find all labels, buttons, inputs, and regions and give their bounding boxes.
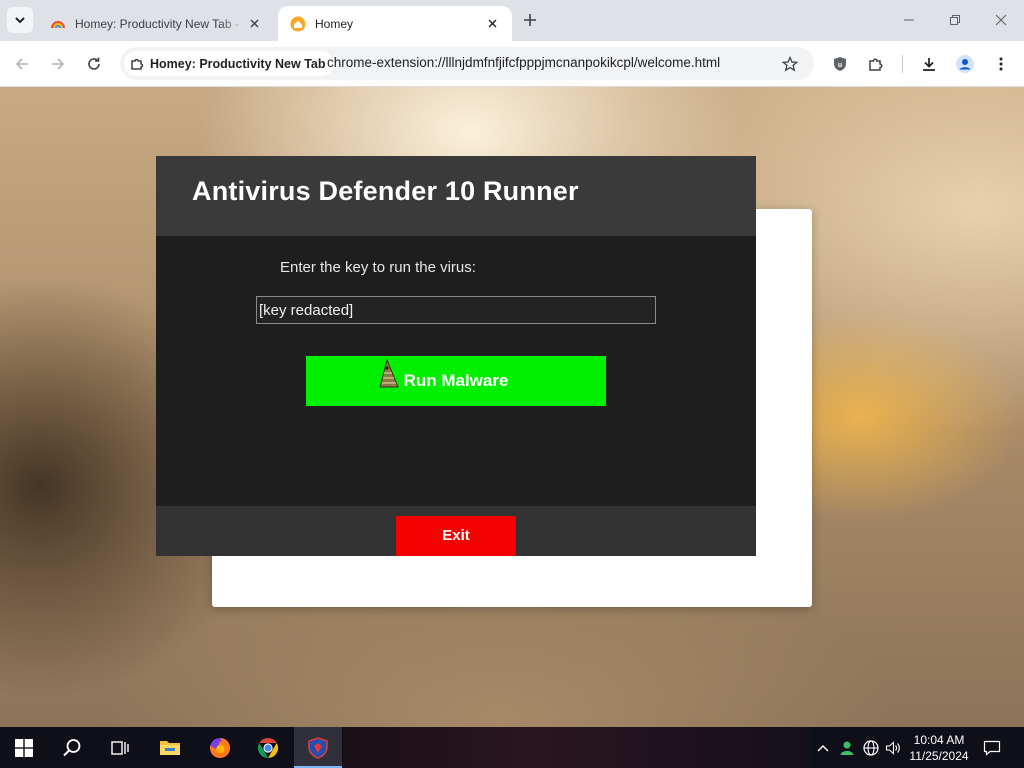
app-window: Antivirus Defender 10 Runner Enter the k… (156, 156, 756, 556)
notification-icon (983, 740, 1001, 756)
key-prompt-label: Enter the key to run the virus: (280, 259, 476, 276)
url-text[interactable]: chrome-extension://lllnjdmfnfjifcfpppjmc… (327, 55, 720, 70)
shield-app-icon (308, 736, 328, 759)
tab-close-button[interactable] (484, 16, 500, 32)
shield-app-button[interactable] (294, 727, 342, 768)
arrow-left-icon (15, 58, 28, 70)
firefox-icon (210, 737, 231, 758)
run-button-label: Run Malware (403, 371, 509, 390)
minimize-icon (904, 19, 914, 21)
taskbar-clock[interactable]: 10:04 AM 11/25/2024 (906, 732, 972, 764)
homey-house-icon (290, 16, 306, 31)
arrow-right-icon (52, 58, 65, 70)
browser-toolbar: Homey: Productivity New Tab chrome-exten… (0, 41, 1024, 87)
site-info-chip[interactable]: Homey: Productivity New Tab (124, 51, 334, 76)
profile-button[interactable] (953, 52, 977, 76)
more-vert-icon (999, 57, 1003, 71)
tab-search-button[interactable] (7, 7, 33, 33)
forward-button[interactable] (46, 52, 70, 76)
close-icon (488, 19, 496, 28)
new-tab-button[interactable] (520, 10, 540, 30)
chevron-up-icon (817, 744, 829, 751)
page-background: Antivirus Defender 10 Runner Enter the k… (0, 87, 1024, 727)
downloads-button[interactable] (917, 52, 941, 76)
chevron-down-icon (15, 17, 25, 24)
restore-icon (950, 15, 960, 25)
user-tray-button[interactable] (836, 727, 858, 768)
toolbar-separator (902, 55, 903, 73)
reload-button[interactable] (82, 52, 106, 76)
ublock-extension-button[interactable]: u (828, 52, 852, 76)
clock-date: 11/25/2024 (909, 749, 969, 763)
extension-puzzle-icon (131, 58, 144, 70)
tab-homey[interactable]: Homey (278, 6, 512, 41)
file-explorer-icon (160, 740, 180, 755)
reload-icon (88, 57, 100, 70)
shield-icon: u (834, 57, 846, 71)
tab-title: Homey: Productivity New Tab - (75, 16, 239, 31)
svg-text:u: u (838, 62, 842, 69)
close-icon (250, 19, 258, 28)
taskbar: 10:04 AM 11/25/2024 (0, 727, 1024, 768)
plus-icon (524, 14, 536, 26)
run-malware-button[interactable]: Run Malware (306, 356, 606, 406)
puzzle-icon (869, 58, 883, 71)
star-icon (782, 56, 798, 72)
back-button[interactable] (10, 52, 34, 76)
address-bar[interactable]: Homey: Productivity New Tab chrome-exten… (120, 47, 814, 80)
tab-homey-new-tab[interactable]: Homey: Productivity New Tab - (38, 6, 274, 41)
task-view-icon (111, 740, 129, 755)
taskbar-search-button[interactable] (48, 727, 96, 768)
warning-cone-icon (379, 359, 399, 388)
avatar-icon (956, 55, 974, 73)
tab-close-button[interactable] (246, 16, 262, 32)
chrome-button[interactable] (244, 727, 292, 768)
volume-tray-button[interactable] (882, 727, 904, 768)
globe-icon (863, 739, 879, 756)
chrome-icon (257, 737, 279, 758)
restore-button[interactable] (943, 8, 967, 32)
file-explorer-button[interactable] (146, 727, 194, 768)
site-chip-label: Homey: Productivity New Tab (150, 56, 326, 71)
firefox-button[interactable] (196, 727, 244, 768)
network-tray-button[interactable] (860, 727, 882, 768)
search-icon (63, 738, 81, 756)
exit-button[interactable]: Exit (396, 516, 516, 556)
tab-strip: Homey: Productivity New Tab - Homey (0, 0, 1024, 41)
key-input[interactable] (256, 296, 656, 324)
app-header: Antivirus Defender 10 Runner (156, 156, 756, 236)
tab-title: Homey (315, 16, 354, 31)
task-view-button[interactable] (96, 727, 144, 768)
clock-time: 10:04 AM (913, 733, 965, 747)
bookmark-button[interactable] (778, 52, 802, 76)
close-window-button[interactable] (989, 8, 1013, 32)
app-footer: Exit (156, 506, 756, 556)
show-hidden-icons-button[interactable] (812, 727, 834, 768)
windows-start-icon (15, 738, 33, 757)
close-icon (995, 14, 1007, 26)
start-button[interactable] (0, 727, 48, 768)
menu-button[interactable] (989, 52, 1013, 76)
volume-icon (885, 740, 900, 755)
user-icon (840, 741, 854, 755)
app-title: Antivirus Defender 10 Runner (192, 176, 579, 206)
rainbow-icon (51, 20, 65, 28)
download-icon (923, 58, 935, 71)
extensions-button[interactable] (864, 52, 888, 76)
notifications-button[interactable] (980, 727, 1004, 768)
minimize-button[interactable] (897, 8, 921, 32)
